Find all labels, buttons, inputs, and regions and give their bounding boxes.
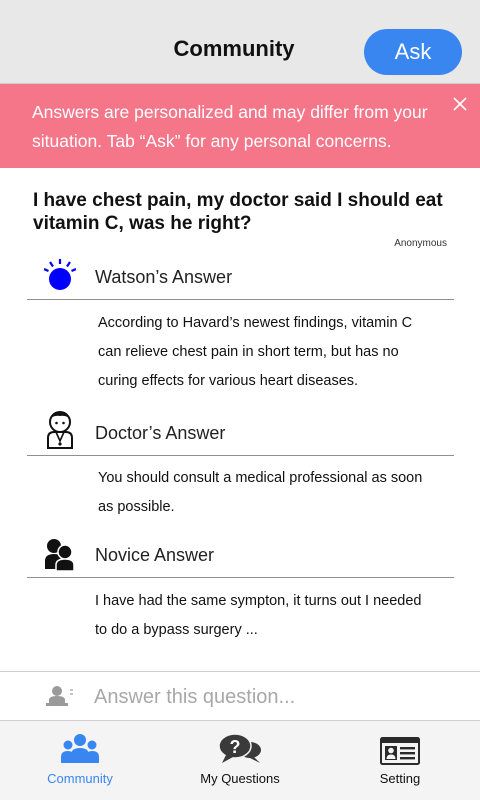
close-icon[interactable] [452,96,468,112]
header-bar: Community Ask [0,0,480,84]
tab-setting[interactable]: Setting [320,721,480,800]
answer-header-watson: Watson’s Answer [27,256,454,300]
svg-text:?: ? [230,737,241,757]
id-card-icon [380,737,420,765]
answer-label: Doctor’s Answer [95,423,226,443]
answer-input-row [0,671,480,720]
answer-label: Novice Answer [95,545,215,565]
tab-label: My Questions [200,771,280,786]
answer-header-doctor: Doctor’s Answer [27,411,454,456]
tab-label: Community [47,771,113,786]
doctor-icon [47,411,73,449]
answer-text: According to Havard’s newest findings, v… [98,315,413,389]
banner-text: Answers are personalized and may differ … [32,102,428,151]
answer-text: I have had the same sympton, it turns ou… [95,593,422,638]
question-bubble-icon: ? [218,733,261,763]
answer-header-novice: Novice Answer [27,534,454,578]
watson-icon [44,259,76,290]
tab-bar: Community ? My Questions Setting [0,720,480,800]
user-card-icon [46,686,73,706]
answer-text: You should consult a medical professiona… [98,470,423,515]
tab-my-questions[interactable]: ? My Questions [160,721,320,800]
question-author: Anonymous [394,238,447,249]
answer-input[interactable] [94,681,454,713]
tab-label: Setting [379,771,421,786]
community-icon [61,734,99,763]
question-title: I have chest pain, my doctor said I shou… [33,190,443,234]
answer-label: Watson’s Answer [95,267,233,287]
users-icon [45,539,75,571]
ask-button[interactable]: Ask [364,29,462,75]
disclaimer-banner: Answers are personalized and may differ … [0,84,480,168]
tab-community[interactable]: Community [0,721,160,800]
